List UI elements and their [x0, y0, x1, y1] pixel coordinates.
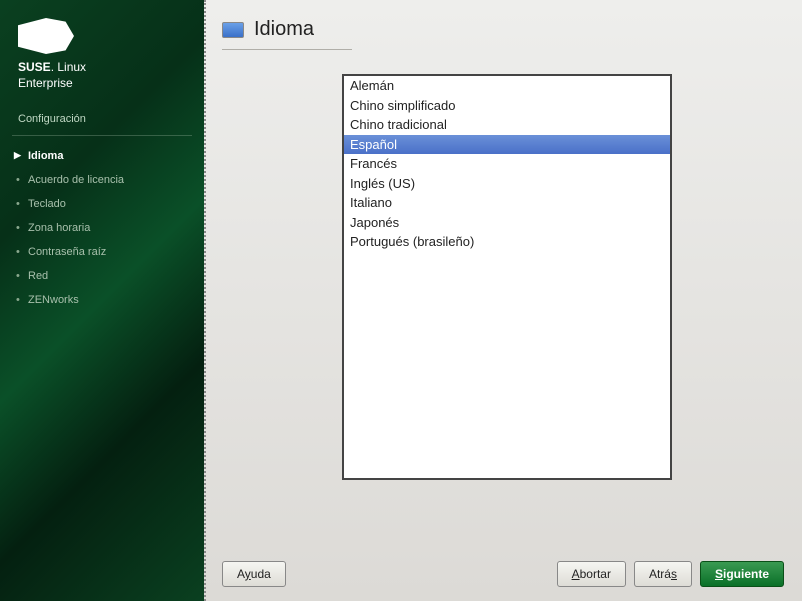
sidebar-step[interactable]: ZENworks [0, 288, 204, 312]
abort-button[interactable]: Abortar [557, 561, 626, 587]
sidebar-step-label: Zona horaria [28, 222, 90, 234]
language-option[interactable]: Inglés (US) [344, 174, 670, 194]
step-list: Idioma Acuerdo de licencia Teclado Zona hor… [0, 136, 204, 320]
brand-light: . Linux [51, 60, 86, 74]
brand-text: SUSE. Linux Enterprise [18, 60, 186, 91]
sidebar-step-label: Acuerdo de licencia [28, 174, 124, 186]
sidebar-step[interactable]: Contraseña raíz [0, 240, 204, 264]
sidebar-step-label: Teclado [28, 198, 66, 210]
language-option[interactable]: Portugués (brasileño) [344, 232, 670, 252]
abort-button-label: Abortar [572, 567, 611, 581]
page-header: Idioma [222, 18, 784, 41]
page-title: Idioma [254, 18, 314, 41]
sidebar-step-label: ZENworks [28, 294, 79, 306]
sidebar-step[interactable]: Idioma [0, 144, 204, 168]
language-option[interactable]: Japonés [344, 213, 670, 233]
sidebar-section-title: Configuración [0, 99, 204, 135]
brand-line2: Enterprise [18, 76, 73, 90]
language-option[interactable]: Chino tradicional [344, 115, 670, 135]
footer-buttons: Ayuda Abortar Atrás Siguiente [222, 545, 784, 587]
sidebar-step-label: Red [28, 270, 48, 282]
language-option[interactable]: Español [344, 135, 670, 155]
back-button-label: Atrás [649, 567, 677, 581]
next-button-label: Siguiente [715, 567, 769, 581]
sidebar-step[interactable]: Teclado [0, 192, 204, 216]
sidebar-step-label: Idioma [28, 150, 63, 162]
main-panel: Idioma AlemánChino simplificadoChino tra… [204, 0, 802, 601]
title-underline [222, 49, 352, 50]
language-option[interactable]: Francés [344, 154, 670, 174]
sidebar-step[interactable]: Red [0, 264, 204, 288]
sidebar-step[interactable]: Zona horaria [0, 216, 204, 240]
sidebar-step[interactable]: Acuerdo de licencia [0, 168, 204, 192]
language-option[interactable]: Alemán [344, 76, 670, 96]
next-button[interactable]: Siguiente [700, 561, 784, 587]
language-listbox[interactable]: AlemánChino simplificadoChino tradiciona… [342, 74, 672, 480]
flag-icon [222, 22, 244, 38]
help-button-label: Ayuda [237, 567, 271, 581]
installer-window: SUSE. Linux Enterprise Configuración Idi… [0, 0, 802, 601]
suse-chameleon-icon [18, 18, 74, 54]
help-button[interactable]: Ayuda [222, 561, 286, 587]
language-option[interactable]: Italiano [344, 193, 670, 213]
brand-area: SUSE. Linux Enterprise [0, 18, 204, 99]
back-button[interactable]: Atrás [634, 561, 692, 587]
sidebar: SUSE. Linux Enterprise Configuración Idi… [0, 0, 204, 601]
language-option[interactable]: Chino simplificado [344, 96, 670, 116]
language-list-wrap: AlemánChino simplificadoChino tradiciona… [222, 74, 784, 545]
sidebar-step-label: Contraseña raíz [28, 246, 106, 258]
brand-strong: SUSE [18, 60, 51, 74]
